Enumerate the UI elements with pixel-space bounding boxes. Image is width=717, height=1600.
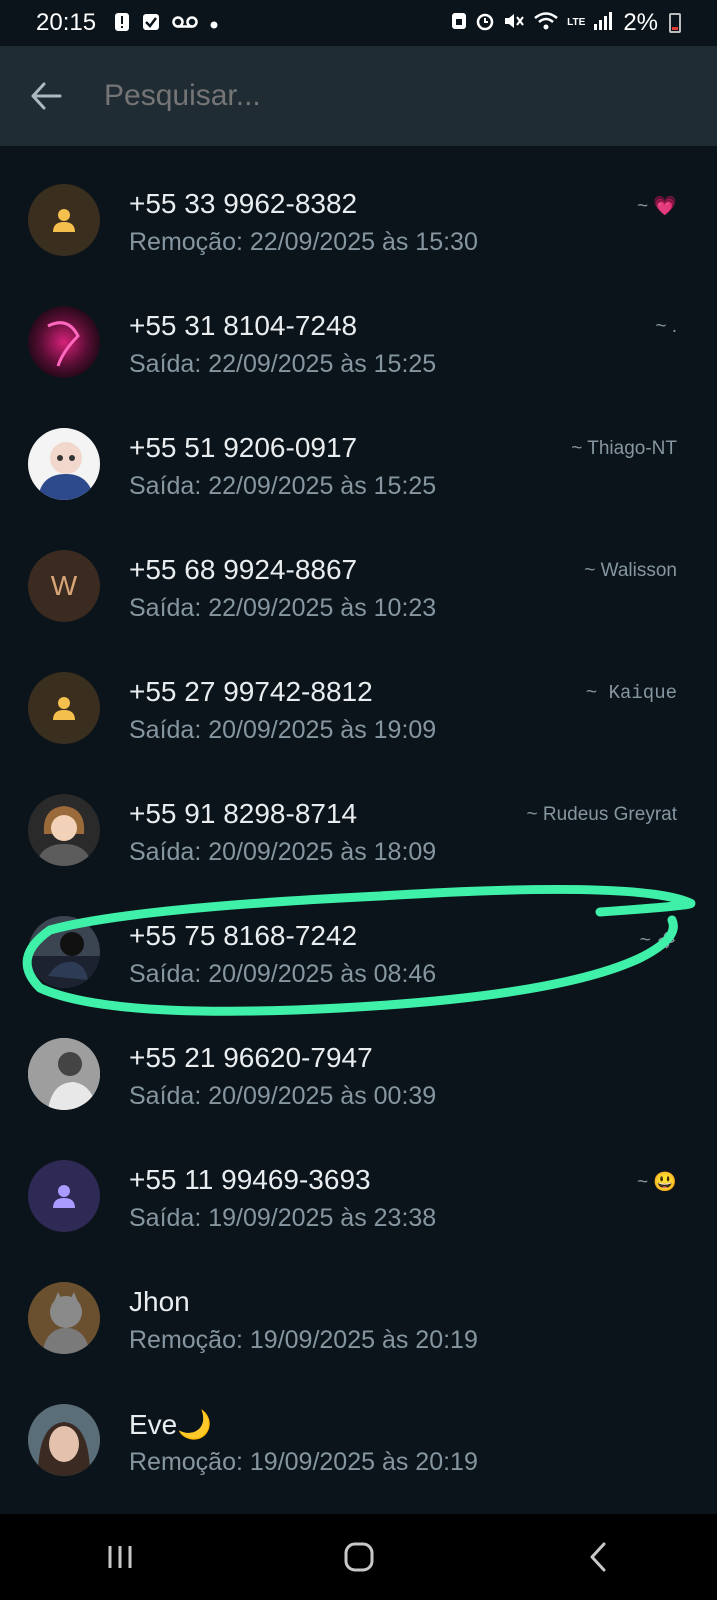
contact-number: +55 31 8104-7248 [129, 310, 358, 341]
alert-icon [114, 12, 130, 35]
list-item[interactable]: +55 91 8298-8714 Saída: 20/09/2025 às 18… [0, 756, 717, 878]
list-item[interactable]: Eve🌙 Remoção: 19/09/2025 às 20:19 [0, 1366, 717, 1488]
back-arrow-icon[interactable] [26, 76, 66, 116]
default-person-icon [28, 1160, 100, 1232]
status-bar: 20:15 LTE 2% [0, 0, 717, 46]
contact-name: Jhon [129, 1286, 190, 1317]
list-item[interactable]: Jhon Remoção: 19/09/2025 às 20:19 [0, 1244, 717, 1366]
contact-number: +55 27 99742-8812 [129, 676, 373, 707]
contact-tag: ~ Thiago-NT [571, 438, 677, 459]
event-detail: Saída: 20/09/2025 às 18:09 [129, 838, 437, 866]
list-item[interactable]: W +55 68 9924-8867 Saída: 22/09/2025 às … [0, 512, 717, 634]
contact-number: +55 75 8168-7242 [129, 920, 358, 951]
home-icon[interactable] [319, 1527, 399, 1587]
default-person-icon [28, 184, 100, 256]
avatar [28, 916, 100, 988]
checkbox-icon [142, 13, 160, 34]
contact-number: +55 33 9962-8382 [129, 188, 358, 219]
default-person-icon [28, 672, 100, 744]
contact-number: +55 51 9206-0917 [129, 432, 358, 463]
list-item[interactable]: +55 33 9962-8382 Remoção: 22/09/2025 às … [0, 146, 717, 268]
avatar [28, 428, 100, 500]
contact-tag: ~ ᯽ [639, 930, 677, 951]
avatar [28, 1404, 100, 1476]
list-item[interactable]: +55 21 96620-7947 Saída: 20/09/2025 às 0… [0, 1000, 717, 1122]
letter-avatar: W [28, 550, 100, 622]
wifi-icon [533, 11, 559, 36]
voicemail-icon [172, 14, 198, 32]
avatar [28, 794, 100, 866]
mute-icon [503, 11, 525, 36]
list-item[interactable]: +55 27 99742-8812 Saída: 20/09/2025 às 1… [0, 634, 717, 756]
lte-icon: LTE [567, 17, 586, 28]
contact-tag: ~ Walisson [584, 560, 677, 581]
event-detail: Saída: 22/09/2025 às 10:23 [129, 594, 437, 622]
lock-icon [451, 11, 467, 36]
contact-tag: ~ . [655, 316, 677, 337]
event-detail: Remoção: 19/09/2025 às 20:19 [129, 1326, 478, 1354]
search-bar [0, 46, 717, 146]
event-detail: Saída: 22/09/2025 às 15:25 [129, 472, 437, 500]
alarm-icon [475, 11, 495, 36]
battery-icon [669, 13, 681, 33]
contact-tag: ~ Rudeus Greyrat [526, 804, 678, 825]
avatar [28, 306, 100, 378]
contact-list: +55 33 9962-8382 Remoção: 22/09/2025 às … [0, 146, 717, 1488]
avatar [28, 1282, 100, 1354]
contact-number: +55 91 8298-8714 [129, 798, 358, 829]
event-detail: Saída: 20/09/2025 às 19:09 [129, 716, 437, 744]
signal-icon [593, 11, 613, 36]
list-item[interactable]: +55 75 8168-7242 Saída: 20/09/2025 às 08… [0, 878, 717, 1000]
search-input[interactable] [102, 78, 626, 114]
event-detail: Saída: 20/09/2025 às 00:39 [129, 1082, 437, 1110]
back-icon[interactable] [558, 1527, 638, 1587]
dot-icon [210, 14, 218, 32]
contact-tag: ~ 💗 [636, 196, 677, 217]
event-detail: Saída: 19/09/2025 às 23:38 [129, 1204, 437, 1232]
event-detail: Remoção: 22/09/2025 às 15:30 [129, 228, 478, 256]
system-nav-bar [0, 1514, 717, 1600]
contact-tag: ~ Kaique [585, 682, 677, 704]
contact-number: +55 11 99469-3693 [129, 1164, 371, 1195]
event-detail: Remoção: 19/09/2025 às 20:19 [129, 1448, 478, 1476]
recent-apps-icon[interactable] [80, 1527, 160, 1587]
list-item[interactable]: +55 51 9206-0917 Saída: 22/09/2025 às 15… [0, 390, 717, 512]
battery-percent: 2% [623, 9, 658, 36]
contact-number: +55 21 96620-7947 [129, 1042, 373, 1073]
list-item[interactable]: +55 31 8104-7248 Saída: 22/09/2025 às 15… [0, 268, 717, 390]
event-detail: Saída: 20/09/2025 às 08:46 [129, 960, 437, 988]
list-item[interactable]: +55 11 99469-3693 Saída: 19/09/2025 às 2… [0, 1122, 717, 1244]
avatar [28, 1038, 100, 1110]
event-detail: Saída: 22/09/2025 às 15:25 [129, 350, 437, 378]
contact-name: Eve🌙 [129, 1409, 213, 1440]
contact-tag: ~ 😃 [636, 1172, 677, 1193]
status-time: 20:15 [36, 9, 97, 36]
contact-number: +55 68 9924-8867 [129, 554, 358, 585]
